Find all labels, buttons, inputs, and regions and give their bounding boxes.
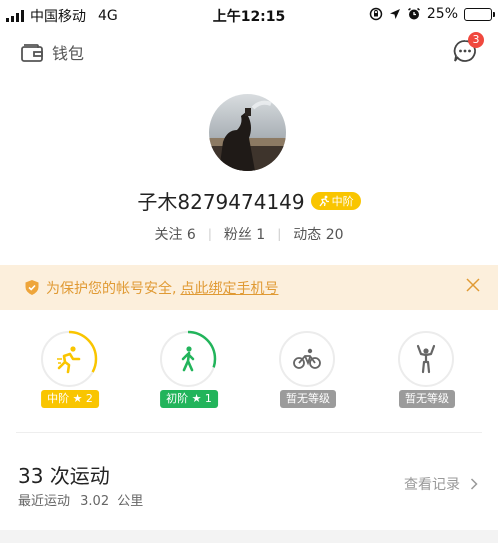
chevron-right-icon [470,478,478,490]
level-ring [279,331,335,387]
level-badge: 暂无等级 [399,390,455,408]
top-nav: 钱包 3 [0,30,498,74]
posts-count[interactable]: 动态 20 [293,224,343,244]
level-chip[interactable]: 中阶 [310,191,361,210]
level-badge: 暂无等级 [280,390,336,408]
username: 子木8279474149 [137,190,305,214]
following-count[interactable]: 关注 6 [154,224,195,244]
workout-count-value: 33 [18,464,44,488]
level-ring [40,330,98,388]
wallet-label: 钱包 [52,44,85,63]
level-ring [398,331,454,387]
fans-count[interactable]: 粉丝 1 [224,224,265,244]
banner-text: 为保护您的帐号安全, [46,280,177,297]
messages-button[interactable]: 3 [452,32,484,64]
view-records-button[interactable]: 查看记录 [404,474,478,494]
name-row: 子木8279474149 中阶 [0,186,498,215]
running-icon [319,195,329,206]
level-chip-label: 中阶 [331,194,354,208]
close-icon[interactable] [464,276,482,294]
battery-icon [464,7,495,21]
recent-workout: 最近运动 3.02 公里 [18,490,143,509]
separator: | [277,227,282,241]
recent-unit: 公里 [117,494,144,509]
level-badge: 中阶 ★ 2 [41,390,99,408]
level-badge: 初阶 ★ 1 [160,390,218,408]
recent-prefix: 最近运动 [18,494,71,509]
status-bar: 中国移动 4G 上午12:15 25% [0,0,498,28]
recent-distance: 3.02 [80,494,110,509]
wallet-icon [21,44,43,62]
avatar[interactable] [209,94,286,171]
message-badge: 3 [468,32,484,48]
workout-count: 33 次运动 [18,460,110,489]
separator: | [207,227,212,241]
wallet-button[interactable]: 钱包 [20,40,84,64]
bind-phone-link[interactable]: 点此绑定手机号 [180,278,278,298]
security-banner: 为保护您的帐号安全, 点此绑定手机号 [0,265,498,310]
orientation-lock-icon [369,7,383,21]
sport-levels: 中阶 ★ 2 初阶 ★ 1 暂无等级 暂无等级 [0,326,498,412]
divider [16,432,482,433]
shield-icon [25,280,39,295]
location-icon [389,9,400,19]
alarm-icon [407,7,420,20]
level-ring [159,330,217,388]
view-records-label: 查看记录 [404,477,460,493]
workout-count-unit: 次运动 [49,464,110,488]
section-gap [0,530,498,543]
social-stats: 关注 6 | 粉丝 1 | 动态 20 [0,224,498,244]
battery-percent: 25% [426,6,458,22]
